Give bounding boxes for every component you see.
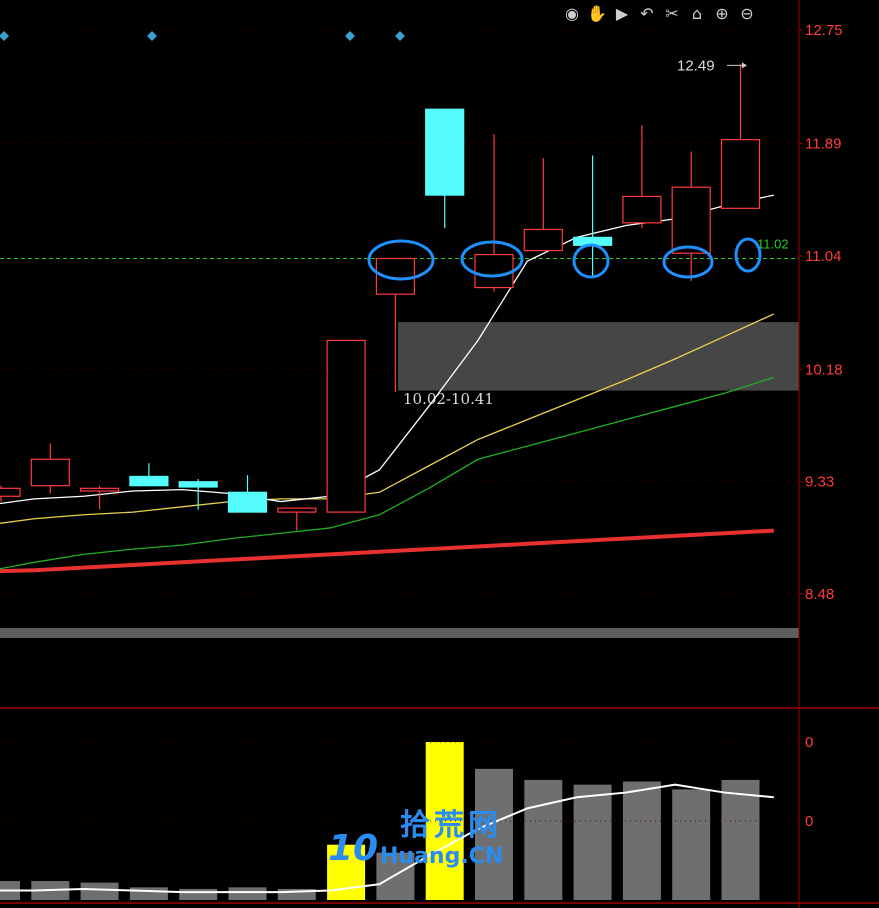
candle-up xyxy=(326,339,366,513)
zoom-out-icon[interactable]: ⊖ xyxy=(737,4,757,24)
candle-up xyxy=(474,253,514,289)
candle-up xyxy=(523,228,563,252)
candle-up xyxy=(622,195,662,224)
volume-bar xyxy=(721,779,760,900)
volume-tick-label: 0 xyxy=(805,813,813,830)
high-price-label: 12.49 xyxy=(677,57,715,74)
candle-up xyxy=(671,186,711,254)
candle-up xyxy=(0,487,21,497)
support-zone: 10.02-10.41 xyxy=(398,322,799,408)
volume-bar xyxy=(129,887,168,900)
volume-bar xyxy=(327,844,366,900)
undo-icon[interactable]: ↶ xyxy=(637,4,657,24)
lock-icon[interactable]: ⌂ xyxy=(687,4,707,24)
volume-bar xyxy=(425,742,464,900)
marker-diamond xyxy=(0,31,9,41)
volume-bar xyxy=(376,852,415,900)
volume-bar xyxy=(622,781,661,900)
annotations: 12.49 xyxy=(0,31,762,281)
y-tick-label: 10.18 xyxy=(805,361,843,378)
candle-down xyxy=(425,108,465,196)
zone-rect xyxy=(398,322,799,391)
candlesticks xyxy=(0,64,761,531)
eye-icon[interactable]: ◉ xyxy=(562,4,582,24)
volume-bar xyxy=(475,768,513,900)
reference-label: 11.02 xyxy=(757,237,789,252)
y-tick-label: 11.04 xyxy=(805,248,841,265)
volume-bar xyxy=(80,882,119,900)
marker-diamond xyxy=(147,31,157,41)
highlight-circle xyxy=(734,237,762,273)
price-axis: 12.75 11.89 11.04 10.18 9.33 8.48 xyxy=(798,0,843,908)
candle-up xyxy=(277,507,317,513)
zoom-in-icon[interactable]: ⊕ xyxy=(712,4,732,24)
high-pointer-head xyxy=(742,62,747,69)
stock-chart[interactable]: 11.02 10.02-10.41 12.49 12.7511.8911.041… xyxy=(0,0,879,908)
zone-label: 10.02-10.41 xyxy=(403,390,494,408)
y-tick-label: 12.75 xyxy=(805,22,843,39)
volume-bar xyxy=(524,779,563,900)
candle-down xyxy=(129,475,169,487)
candle-down xyxy=(178,481,218,488)
y-tick-label: 9.33 xyxy=(805,474,834,491)
marker-diamond xyxy=(395,31,405,41)
candle-up xyxy=(720,139,761,209)
chart-toolbar: ◉ ✋ ▶ ↶ ✂ ⌂ ⊕ ⊖ xyxy=(562,4,757,26)
volume-bar xyxy=(228,887,267,900)
scissors-icon[interactable]: ✂ xyxy=(662,4,682,24)
candle-up xyxy=(79,487,120,492)
volume-bar xyxy=(179,888,218,900)
y-tick-label: 8.48 xyxy=(805,586,834,603)
scroll-strip xyxy=(0,628,799,638)
volume-bar xyxy=(573,784,612,900)
candle-up xyxy=(30,458,70,487)
play-icon[interactable]: ▶ xyxy=(612,4,632,24)
volume-panel: 00 xyxy=(0,734,879,904)
hand-icon[interactable]: ✋ xyxy=(587,4,607,24)
volume-bar xyxy=(672,789,711,900)
marker-diamond xyxy=(345,31,355,41)
y-tick-label: 11.89 xyxy=(805,136,841,153)
ma-green-line xyxy=(0,376,774,570)
candle-down xyxy=(227,491,268,513)
highlight-circle xyxy=(572,243,610,279)
volume-tick-label: 0 xyxy=(805,734,813,751)
